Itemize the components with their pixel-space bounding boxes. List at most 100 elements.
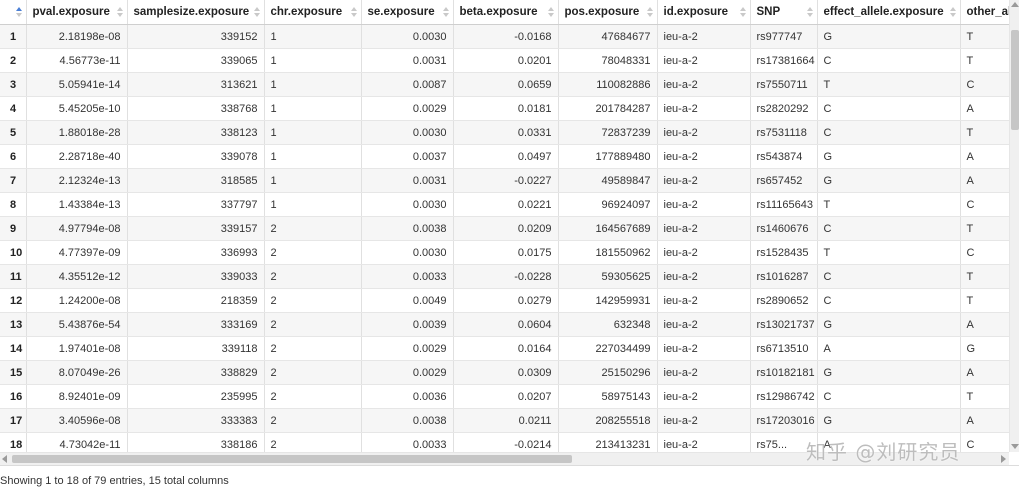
- cell-pval: 1.88018e-28: [26, 120, 128, 145]
- column-header-pval[interactable]: pval.exposure: [26, 0, 128, 25]
- table-row[interactable]: 7 2.12324e-13 318585 1 0.0031 -0.0227 49589847…: [0, 168, 1009, 193]
- cell-samplesize: 339078: [127, 144, 265, 169]
- column-header-se[interactable]: se.exposure: [361, 0, 454, 25]
- cell-samplesize: 333169: [127, 312, 265, 337]
- cell-samplesize: 339118: [127, 336, 265, 361]
- table-row[interactable]: 10 4.77397e-09 336993 2 0.0030 0.0175 18155096…: [0, 240, 1009, 265]
- cell-se: 0.0038: [361, 408, 454, 433]
- horizontal-scroll-thumb[interactable]: [12, 455, 572, 463]
- cell-id: ieu-a-2: [657, 264, 751, 289]
- cell-id: ieu-a-2: [657, 360, 751, 385]
- cell-snp: rs7531118: [750, 120, 818, 145]
- table-row[interactable]: 14 1.97401e-08 339118 2 0.0029 0.0164 22703449…: [0, 336, 1009, 361]
- sort-indicator-icon: [15, 7, 22, 18]
- cell-chr: 2: [264, 360, 362, 385]
- cell-effect-allele: C: [817, 216, 961, 241]
- cell-pval: 2.28718e-40: [26, 144, 128, 169]
- cell-snp: rs657452: [750, 168, 818, 193]
- cell-chr: 2: [264, 432, 362, 452]
- cell-id: ieu-a-2: [657, 192, 751, 217]
- vertical-scrollbar[interactable]: [1009, 0, 1019, 452]
- cell-pos: 227034499: [558, 336, 658, 361]
- cell-beta: 0.0207: [453, 384, 559, 409]
- table-row[interactable]: 2 4.56773e-11 339065 1 0.0031 0.0201 78048331 i…: [0, 48, 1009, 73]
- cell-other-allele: T: [960, 120, 1009, 145]
- table-row[interactable]: 13 5.43876e-54 333169 2 0.0039 0.0604 632348 ie…: [0, 312, 1009, 337]
- table-row[interactable]: 5 1.88018e-28 338123 1 0.0030 0.0331 72837239 i…: [0, 120, 1009, 145]
- cell-pos: 72837239: [558, 120, 658, 145]
- table-row[interactable]: 17 3.40596e-08 333383 2 0.0038 0.0211 20825551…: [0, 408, 1009, 433]
- cell-effect-allele: G: [817, 408, 961, 433]
- table-row[interactable]: 11 4.35512e-12 339033 2 0.0033 -0.0228 5930562…: [0, 264, 1009, 289]
- cell-samplesize: 338829: [127, 360, 265, 385]
- row-index: 4: [0, 96, 27, 121]
- column-header-effect-allele[interactable]: effect_allele.exposure: [817, 0, 961, 25]
- cell-pval: 8.92401e-09: [26, 384, 128, 409]
- cell-se: 0.0029: [361, 360, 454, 385]
- table-row[interactable]: 1 2.18198e-08 339152 1 0.0030 -0.0168 47684677…: [0, 24, 1009, 49]
- table-row[interactable]: 4 5.45205e-10 338768 1 0.0029 0.0181 201784287…: [0, 96, 1009, 121]
- cell-other-allele: A: [960, 168, 1009, 193]
- column-header-index[interactable]: [0, 0, 27, 25]
- cell-other-allele: C: [960, 240, 1009, 265]
- cell-snp: rs10182181: [750, 360, 818, 385]
- data-table: pval.exposure samplesize.exposure chr.ex…: [0, 0, 1009, 452]
- cell-samplesize: 333383: [127, 408, 265, 433]
- cell-samplesize: 337797: [127, 192, 265, 217]
- cell-snp: rs2820292: [750, 96, 818, 121]
- table-row[interactable]: 12 1.24200e-08 218359 2 0.0049 0.0279 14295993…: [0, 288, 1009, 313]
- cell-se: 0.0038: [361, 216, 454, 241]
- cell-chr: 2: [264, 216, 362, 241]
- table-row[interactable]: 16 8.92401e-09 235995 2 0.0036 0.0207 58975143…: [0, 384, 1009, 409]
- cell-pval: 5.05941e-14: [26, 72, 128, 97]
- column-header-other-allele[interactable]: other_allele.exposure: [960, 0, 1009, 25]
- sort-indicator-icon: [739, 7, 746, 18]
- cell-other-allele: C: [960, 192, 1009, 217]
- cell-effect-allele: G: [817, 168, 961, 193]
- cell-id: ieu-a-2: [657, 24, 751, 49]
- table-row[interactable]: 15 8.07049e-26 338829 2 0.0029 0.0309 25150296…: [0, 360, 1009, 385]
- column-header-snp[interactable]: SNP: [750, 0, 818, 25]
- column-header-id[interactable]: id.exposure: [657, 0, 751, 25]
- scroll-up-arrow-icon[interactable]: [1011, 2, 1019, 7]
- cell-pval: 4.35512e-12: [26, 264, 128, 289]
- table-footer: Showing 1 to 18 of 79 entries, 15 total …: [0, 465, 1019, 495]
- cell-se: 0.0037: [361, 144, 454, 169]
- sort-indicator-icon: [646, 7, 653, 18]
- column-header-beta[interactable]: beta.exposure: [453, 0, 559, 25]
- row-index: 13: [0, 312, 27, 337]
- row-index: 1: [0, 24, 27, 49]
- table-body: 1 2.18198e-08 339152 1 0.0030 -0.0168 47684677…: [0, 24, 1009, 452]
- cell-chr: 2: [264, 288, 362, 313]
- cell-beta: 0.0659: [453, 72, 559, 97]
- cell-chr: 2: [264, 264, 362, 289]
- cell-pos: 177889480: [558, 144, 658, 169]
- vertical-scroll-thumb[interactable]: [1011, 30, 1019, 130]
- cell-snp: rs17381664: [750, 48, 818, 73]
- column-header-samplesize[interactable]: samplesize.exposure: [127, 0, 265, 25]
- cell-pval: 4.73042e-11: [26, 432, 128, 452]
- cell-pval: 5.43876e-54: [26, 312, 128, 337]
- scroll-left-arrow-icon[interactable]: [2, 455, 7, 463]
- cell-id: ieu-a-2: [657, 96, 751, 121]
- cell-pos: 201784287: [558, 96, 658, 121]
- scroll-down-arrow-icon[interactable]: [1011, 444, 1019, 449]
- cell-id: ieu-a-2: [657, 288, 751, 313]
- cell-beta: 0.0309: [453, 360, 559, 385]
- cell-chr: 2: [264, 408, 362, 433]
- cell-other-allele: T: [960, 264, 1009, 289]
- cell-beta: -0.0228: [453, 264, 559, 289]
- table-row[interactable]: 8 1.43384e-13 337797 1 0.0030 0.0221 96924097 i…: [0, 192, 1009, 217]
- cell-effect-allele: C: [817, 264, 961, 289]
- column-header-pos[interactable]: pos.exposure: [558, 0, 658, 25]
- cell-other-allele: T: [960, 216, 1009, 241]
- table-row[interactable]: 6 2.28718e-40 339078 1 0.0037 0.0497 177889480…: [0, 144, 1009, 169]
- scroll-right-arrow-icon[interactable]: [1001, 455, 1006, 463]
- cell-id: ieu-a-2: [657, 168, 751, 193]
- table-row[interactable]: 9 4.97794e-08 339157 2 0.0038 0.0209 164567689…: [0, 216, 1009, 241]
- table-row[interactable]: 3 5.05941e-14 313621 1 0.0087 0.0659 110082886…: [0, 72, 1009, 97]
- cell-effect-allele: C: [817, 384, 961, 409]
- cell-chr: 1: [264, 48, 362, 73]
- cell-effect-allele: A: [817, 336, 961, 361]
- column-header-chr[interactable]: chr.exposure: [264, 0, 362, 25]
